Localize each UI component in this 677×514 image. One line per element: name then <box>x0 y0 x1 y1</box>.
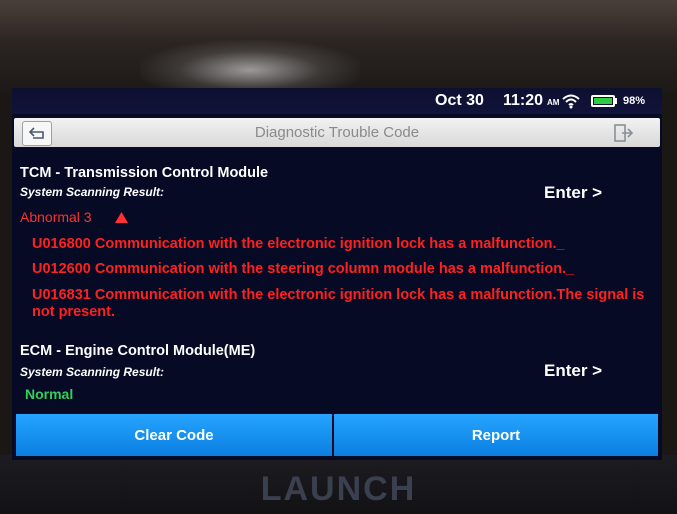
scan-result-label-ecm: System Scanning Result: <box>20 365 165 379</box>
clear-code-button[interactable]: Clear Code <box>16 414 332 456</box>
battery-icon <box>591 95 615 107</box>
dtc-item: U016800 Communication with the electroni… <box>32 236 565 252</box>
status-time: 11:20 <box>503 92 544 109</box>
title-bar: Diagnostic Trouble Code <box>14 118 660 147</box>
page-title: Diagnostic Trouble Code <box>254 124 420 141</box>
system-name-tcm: TCM - Transmission Control Module <box>20 165 269 181</box>
status-normal: Normal <box>25 386 74 402</box>
wifi-icon <box>562 94 580 109</box>
brand-logo: LAUNCH <box>260 470 417 508</box>
dtc-item: U012600 Communication with the steering … <box>32 261 575 277</box>
battery-cap <box>615 98 617 104</box>
scan-result-label-tcm: System Scanning Result: <box>20 185 165 199</box>
exit-icon[interactable] <box>612 122 634 144</box>
status-ampm: AM <box>547 98 560 107</box>
status-abnormal: Abnormal 3 <box>20 209 92 225</box>
enter-button-ecm[interactable]: Enter > <box>544 361 602 381</box>
dtc-item: U016831 Communication with the electroni… <box>32 287 645 320</box>
battery-percent: 98% <box>623 95 646 107</box>
bottom-action-bar: Clear Code Report <box>12 414 662 456</box>
device-screen: Oct 30 11:20 AM 98% Diagnostic Trouble C… <box>12 88 662 460</box>
system-name-ecm: ECM - Engine Control Module(ME) <box>20 343 256 359</box>
battery-level-fill <box>594 98 612 104</box>
triangle-up-icon[interactable] <box>115 212 128 223</box>
enter-button-tcm[interactable]: Enter > <box>544 183 602 203</box>
status-date: Oct 30 <box>435 92 484 109</box>
report-button[interactable]: Report <box>334 414 658 456</box>
status-bar: Oct 30 11:20 AM 98% <box>12 88 662 114</box>
